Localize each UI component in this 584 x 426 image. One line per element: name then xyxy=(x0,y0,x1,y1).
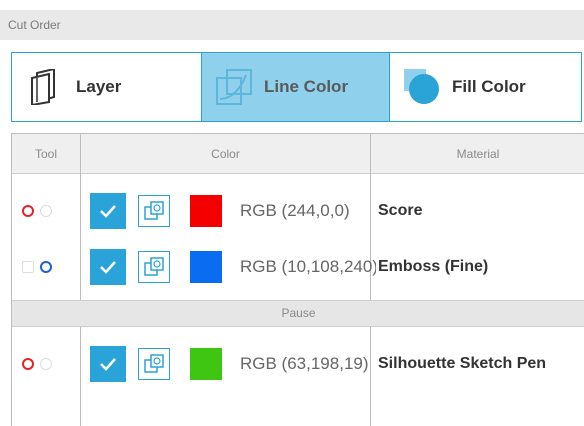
tool-1-radio[interactable] xyxy=(22,358,34,370)
cut-order-table: Tool Color Material RGB (244,0,0) Score … xyxy=(11,133,584,426)
material-name: Score xyxy=(378,202,423,219)
color-swatch[interactable] xyxy=(190,336,222,392)
line-color-mode-label: Line Color xyxy=(264,77,349,96)
enable-checkbox[interactable] xyxy=(90,239,126,295)
line-color-mode-button[interactable]: Line Color xyxy=(202,53,390,121)
tool-2-radio[interactable] xyxy=(40,358,52,370)
material-name: Emboss (Fine) xyxy=(378,258,489,275)
layer-mode-label: Layer xyxy=(76,77,122,96)
color-swatch[interactable] xyxy=(190,239,222,295)
color-swatch[interactable] xyxy=(190,183,222,239)
rgb-value: RGB (10,108,240) xyxy=(240,257,376,276)
line-color-icon xyxy=(216,69,252,105)
rgb-value: RGB (63,198,19) xyxy=(240,354,369,373)
enable-checkbox[interactable] xyxy=(90,336,126,392)
check-icon xyxy=(100,261,116,274)
table-row[interactable]: RGB (10,108,240) Emboss (Fine) xyxy=(12,239,584,295)
tool-selector xyxy=(22,239,72,295)
fill-color-mode-label: Fill Color xyxy=(452,77,526,96)
paste-icon xyxy=(144,201,164,220)
enable-checkbox[interactable] xyxy=(90,183,126,239)
tool-2-radio[interactable] xyxy=(40,261,52,273)
paste-icon xyxy=(144,257,164,276)
mode-selector: Layer Line Color Fill Color xyxy=(11,52,582,122)
paste-color-button[interactable] xyxy=(138,183,170,239)
rgb-value: RGB (244,0,0) xyxy=(240,201,350,220)
fill-color-icon xyxy=(404,69,440,105)
paste-color-button[interactable] xyxy=(138,336,170,392)
tool-selector xyxy=(22,336,72,392)
panel-title: Cut Order xyxy=(0,10,584,40)
tool-1-radio[interactable] xyxy=(22,261,34,273)
material-name: Silhouette Sketch Pen xyxy=(378,355,547,372)
column-header-color: Color xyxy=(81,134,370,174)
pause-row[interactable]: Pause xyxy=(12,300,584,327)
column-header-tool: Tool xyxy=(12,134,80,174)
check-icon xyxy=(100,358,116,371)
tool-2-radio[interactable] xyxy=(40,205,52,217)
layer-icon xyxy=(28,67,64,107)
paste-icon xyxy=(144,354,164,373)
layer-mode-button[interactable]: Layer xyxy=(12,53,202,121)
table-row[interactable]: RGB (63,198,19) Silhouette Sketch Pen xyxy=(12,336,584,392)
check-icon xyxy=(100,205,116,218)
tool-1-radio[interactable] xyxy=(22,205,34,217)
fill-color-mode-button[interactable]: Fill Color xyxy=(390,53,581,121)
table-row[interactable]: RGB (244,0,0) Score xyxy=(12,183,584,239)
column-header-material: Material xyxy=(371,134,584,174)
tool-selector xyxy=(22,183,72,239)
paste-color-button[interactable] xyxy=(138,239,170,295)
